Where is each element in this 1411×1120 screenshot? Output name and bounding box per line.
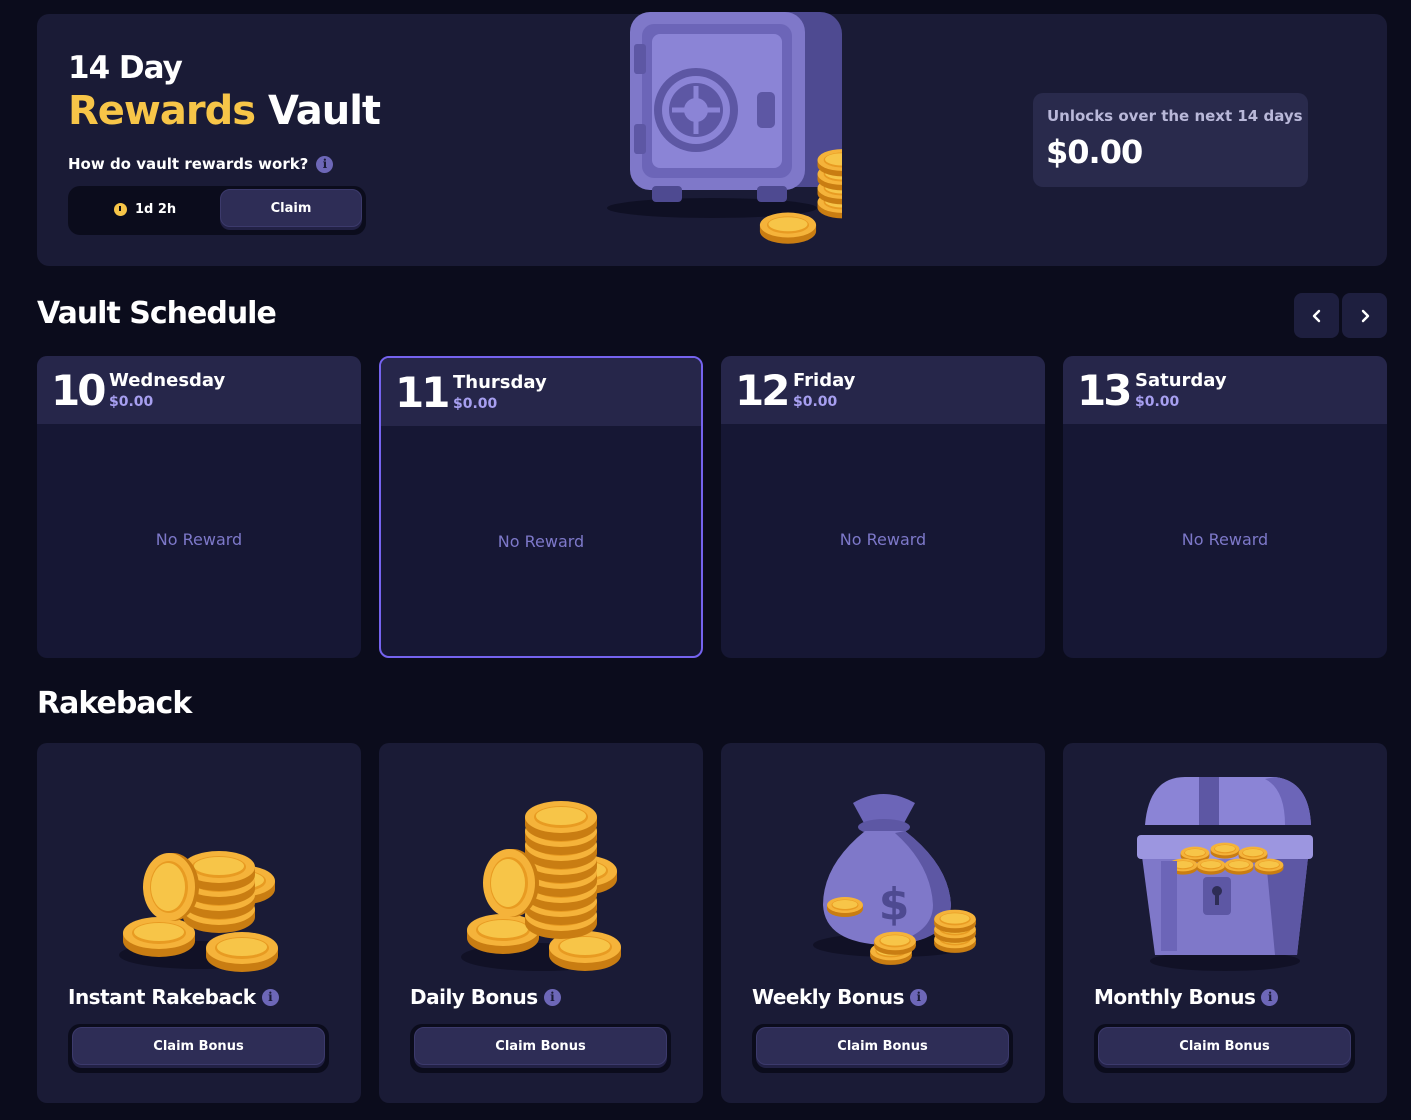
rakeback-item-label: Instant Rakeback: [68, 985, 256, 1009]
day-number: 12: [735, 366, 790, 415]
vault-schedule-title: Vault Schedule: [37, 296, 277, 331]
day-name: Thursday: [453, 372, 547, 393]
day-amount: $0.00: [109, 394, 154, 410]
claim-bonus-button[interactable]: Claim Bonus: [1098, 1027, 1351, 1065]
claim-bonus-frame: Claim Bonus: [752, 1024, 1013, 1073]
info-icon[interactable]: i: [316, 155, 334, 173]
chevron-right-icon: [1361, 309, 1369, 322]
vault-pre-title: 14 Day: [68, 50, 183, 86]
claim-bonus-frame: Claim Bonus: [68, 1024, 329, 1073]
schedule-day-card-active[interactable]: 11 Thursday $0.00 No Reward: [379, 356, 703, 658]
day-number: 10: [51, 366, 106, 415]
vault-title-highlight: Rewards: [68, 88, 256, 134]
clock-icon: [114, 203, 127, 216]
day-name: Wednesday: [109, 370, 226, 391]
day-amount: $0.00: [793, 394, 838, 410]
prev-button[interactable]: [1294, 293, 1339, 338]
coins-pile-icon: [119, 851, 279, 972]
day-status: No Reward: [1181, 530, 1269, 549]
day-header: 12 Friday $0.00: [721, 356, 1045, 424]
vault-title-rest: Vault: [267, 88, 381, 134]
rakeback-title: Rakeback: [37, 686, 192, 721]
day-amount: $0.00: [1135, 394, 1180, 410]
coin-stack-icon: [461, 801, 621, 971]
rakeback-item-label: Weekly Bonus: [752, 985, 905, 1009]
vault-claim-bar: 1d 2h Claim: [68, 186, 366, 235]
rakeback-card-daily: Daily Bonus i Claim Bonus: [379, 743, 703, 1103]
svg-text:$: $: [879, 879, 910, 930]
money-bag-icon: $: [813, 794, 976, 965]
claim-bonus-button[interactable]: Claim Bonus: [756, 1027, 1009, 1065]
day-status: No Reward: [497, 532, 585, 551]
vault-timer-text: 1d 2h: [135, 202, 177, 217]
rakeback-card-monthly: Monthly Bonus i Claim Bonus: [1063, 743, 1387, 1103]
treasure-chest-icon: [1137, 777, 1313, 971]
day-number: 13: [1077, 366, 1132, 415]
schedule-day-card[interactable]: 10 Wednesday $0.00 No Reward: [37, 356, 361, 658]
rewards-vault-panel: 14 Day Rewards Vault How do vault reward…: [37, 12, 1387, 266]
rakeback-item-label: Daily Bonus: [410, 985, 538, 1009]
vault-help-link[interactable]: How do vault rewards work? i: [68, 155, 334, 173]
vault-timer: 1d 2h: [114, 202, 176, 217]
day-amount: $0.00: [453, 396, 498, 412]
chevron-left-icon: [1312, 309, 1320, 322]
rakeback-item-title: Monthly Bonus i: [1094, 985, 1279, 1009]
rakeback-card-instant: Instant Rakeback i Claim Bonus: [37, 743, 361, 1103]
claim-bonus-button[interactable]: Claim Bonus: [72, 1027, 325, 1065]
claim-bonus-frame: Claim Bonus: [1094, 1024, 1355, 1073]
unlock-summary-card: Unlocks over the next 14 days $0.00: [1033, 93, 1308, 187]
day-status: No Reward: [839, 530, 927, 549]
unlock-label: Unlocks over the next 14 days: [1047, 107, 1303, 125]
day-number: 11: [395, 368, 450, 417]
rakeback-item-title: Weekly Bonus i: [752, 985, 927, 1009]
schedule-day-card[interactable]: 13 Saturday $0.00 No Reward: [1063, 356, 1387, 658]
rakeback-item-title: Daily Bonus i: [410, 985, 561, 1009]
schedule-day-card[interactable]: 12 Friday $0.00 No Reward: [721, 356, 1045, 658]
vault-title: Rewards Vault: [68, 88, 381, 134]
claim-bonus-button[interactable]: Claim Bonus: [414, 1027, 667, 1065]
vault-help-text: How do vault rewards work?: [68, 155, 309, 173]
vault-safe-icon: [607, 12, 842, 244]
day-header: 11 Thursday $0.00: [381, 358, 701, 426]
day-status: No Reward: [155, 530, 243, 549]
info-icon[interactable]: i: [1261, 988, 1279, 1006]
next-button[interactable]: [1342, 293, 1387, 338]
rakeback-card-weekly: $ Weekly Bonus i Claim Bonus: [721, 743, 1045, 1103]
claim-bonus-frame: Claim Bonus: [410, 1024, 671, 1073]
day-name: Saturday: [1135, 370, 1227, 391]
rakeback-item-title: Instant Rakeback i: [68, 985, 279, 1009]
info-icon[interactable]: i: [261, 988, 279, 1006]
day-header: 10 Wednesday $0.00: [37, 356, 361, 424]
day-name: Friday: [793, 370, 856, 391]
info-icon[interactable]: i: [910, 988, 927, 1006]
info-icon[interactable]: i: [543, 988, 561, 1006]
day-header: 13 Saturday $0.00: [1063, 356, 1387, 424]
rakeback-item-label: Monthly Bonus: [1094, 985, 1256, 1009]
unlock-value: $0.00: [1046, 133, 1143, 171]
vault-claim-button[interactable]: Claim: [220, 189, 362, 227]
